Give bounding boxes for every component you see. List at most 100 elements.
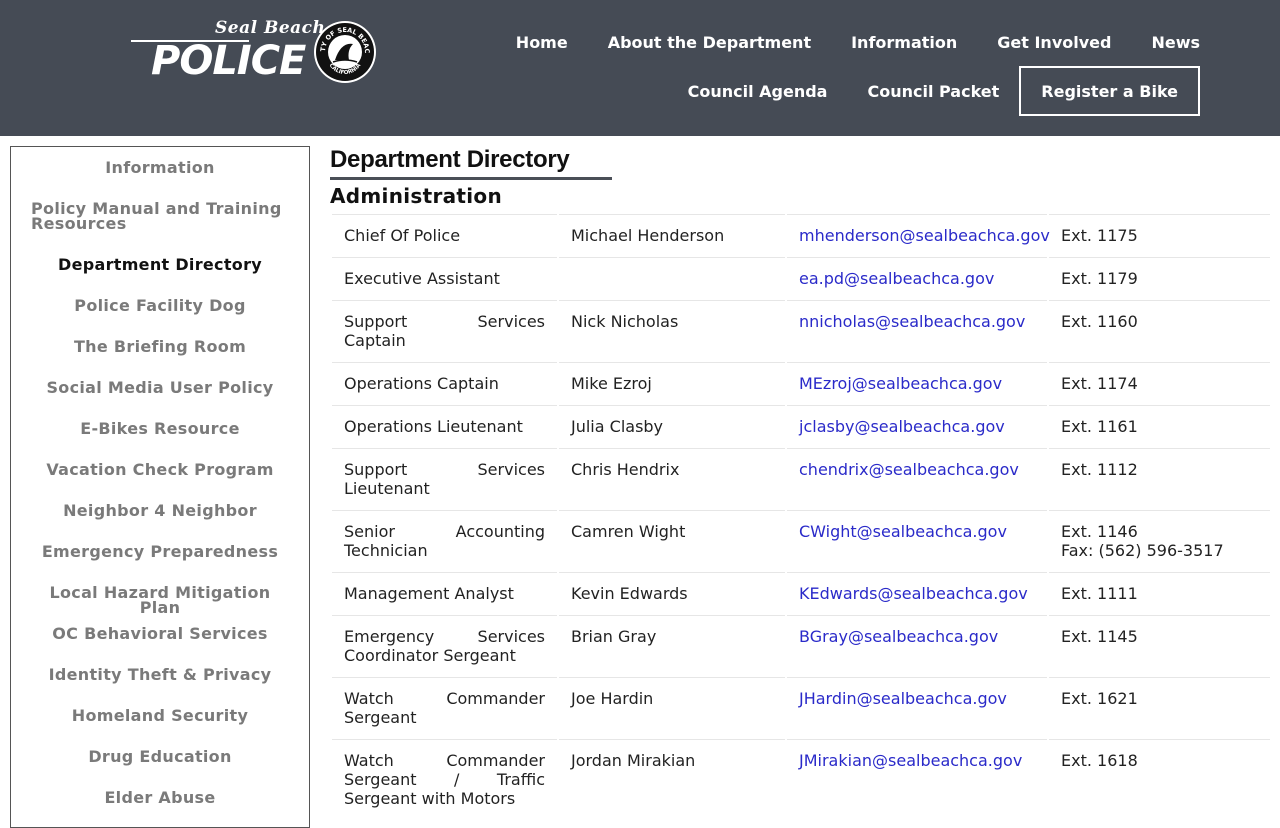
email-link[interactable]: JMirakian@sealbeachca.gov xyxy=(799,751,1022,770)
fax-number: Fax: (562) 596-3517 xyxy=(1061,541,1224,560)
email-link[interactable]: BGray@sealbeachca.gov xyxy=(799,627,998,646)
email-link[interactable]: nnicholas@sealbeachca.gov xyxy=(799,312,1025,331)
staff-name xyxy=(559,257,785,298)
extension-number: Ext. 1145 xyxy=(1061,627,1138,646)
directory-row: Operations Lieutenant Julia Clasby jclasby… xyxy=(332,405,1270,446)
sidebar-item-elder-abuse[interactable]: Elder Abuse xyxy=(27,790,293,806)
directory-row: Chief Of Police Michael Henderson mhenders… xyxy=(332,214,1270,255)
extension-number: Ext. 1618 xyxy=(1061,751,1138,770)
sidebar-item-social-media-user-policy[interactable]: Social Media User Policy xyxy=(27,380,293,396)
extension-cell: Ext. 1174 xyxy=(1049,362,1270,403)
section-title: Administration xyxy=(330,184,503,208)
extension-cell: Ext. 1618 xyxy=(1049,739,1270,818)
directory-row: Executive Assistant ea.pd@sealbeachca.gov… xyxy=(332,257,1270,298)
site-header: Seal Beach POLICE CITY OF SEAL BEACH CAL… xyxy=(0,0,1280,136)
email-link[interactable]: MEzroj@sealbeachca.gov xyxy=(799,374,1002,393)
sidebar-item-the-briefing-room[interactable]: The Briefing Room xyxy=(27,339,293,355)
extension-number: Ext. 1111 xyxy=(1061,584,1138,603)
extension-cell: Ext. 1146 Fax: (562) 596-3517 xyxy=(1049,510,1270,570)
email-link[interactable]: KEdwards@sealbeachca.gov xyxy=(799,584,1028,603)
city-seal-icon: CITY OF SEAL BEACH CALIFORNIA xyxy=(313,20,376,83)
nav-link-council-agenda[interactable]: Council Agenda xyxy=(688,82,828,101)
staff-name: Camren Wight xyxy=(559,510,785,570)
sidebar-item-drug-education[interactable]: Drug Education xyxy=(27,749,293,765)
email-cell: chendrix@sealbeachca.gov xyxy=(787,448,1047,508)
directory-row: Management Analyst Kevin Edwards KEdwards@… xyxy=(332,572,1270,613)
extension-number: Ext. 1146 xyxy=(1061,522,1138,541)
staff-name: Kevin Edwards xyxy=(559,572,785,613)
extension-cell: Ext. 1160 xyxy=(1049,300,1270,360)
extension-number: Ext. 1161 xyxy=(1061,417,1138,436)
email-cell: MEzroj@sealbeachca.gov xyxy=(787,362,1047,403)
directory-row: Watch Commander Sergeant Joe Hardin JHardi… xyxy=(332,677,1270,737)
sidebar-item-emergency-preparedness[interactable]: Emergency Preparedness xyxy=(27,544,293,560)
extension-cell: Ext. 1111 xyxy=(1049,572,1270,613)
position-title: Support Services Lieutenant xyxy=(332,448,557,508)
position-title: Operations Captain xyxy=(332,362,557,403)
directory-row: Support Services Lieutenant Chris Hendrix… xyxy=(332,448,1270,508)
page-title: Department Directory xyxy=(330,146,570,173)
extension-cell: Ext. 1621 xyxy=(1049,677,1270,737)
sidebar-item-neighbor-4-neighbor[interactable]: Neighbor 4 Neighbor xyxy=(27,503,293,519)
position-title: Watch Commander Sergeant xyxy=(332,677,557,737)
nav-link-about-the-department[interactable]: About the Department xyxy=(608,33,811,52)
position-title: Executive Assistant xyxy=(332,257,557,298)
nav-link-council-packet[interactable]: Council Packet xyxy=(867,82,999,101)
register-bike-button[interactable]: Register a Bike xyxy=(1019,66,1200,116)
main-nav-secondary: Council Agenda Council Packet Register a B… xyxy=(648,66,1200,116)
staff-name: Julia Clasby xyxy=(559,405,785,446)
sidebar-menu: Information Policy Manual and Training Re… xyxy=(10,146,310,828)
extension-cell: Ext. 1175 xyxy=(1049,214,1270,255)
sidebar-item-vacation-check-program[interactable]: Vacation Check Program xyxy=(27,462,293,478)
nav-link-home[interactable]: Home xyxy=(516,33,568,52)
sidebar-item-homeland-security[interactable]: Homeland Security xyxy=(27,708,293,724)
staff-name: Joe Hardin xyxy=(559,677,785,737)
directory-row: Emergency Services Coordinator Sergeant B… xyxy=(332,615,1270,675)
sidebar-item-local-hazard-mitigation-plan[interactable]: Local Hazard Mitigation Plan xyxy=(27,585,293,616)
email-cell: mhenderson@sealbeachca.gov xyxy=(787,214,1050,255)
position-title: Watch Commander Sergeant / Traffic Serge… xyxy=(332,739,557,818)
email-cell: BGray@sealbeachca.gov xyxy=(787,615,1047,675)
sidebar-item-policy-manual-and-training-resources[interactable]: Policy Manual and Training Resources xyxy=(31,201,297,232)
logo-main-text: POLICE xyxy=(151,38,306,84)
staff-name: Michael Henderson xyxy=(559,214,785,255)
directory-row: Operations Captain Mike Ezroj MEzroj@sealb… xyxy=(332,362,1270,403)
directory-row: Support Services Captain Nick Nicholas nni… xyxy=(332,300,1270,360)
email-link[interactable]: ea.pd@sealbeachca.gov xyxy=(799,269,994,288)
position-title: Operations Lieutenant xyxy=(332,405,557,446)
sidebar-item-oc-behavioral-services[interactable]: OC Behavioral Services xyxy=(27,626,293,642)
staff-name: Chris Hendrix xyxy=(559,448,785,508)
directory-row: Senior Accounting Technician Camren Wight… xyxy=(332,510,1270,570)
extension-number: Ext. 1175 xyxy=(1061,226,1138,245)
sidebar-item-e-bikes-resource[interactable]: E-Bikes Resource xyxy=(27,421,293,437)
email-cell: nnicholas@sealbeachca.gov xyxy=(787,300,1047,360)
email-link[interactable]: chendrix@sealbeachca.gov xyxy=(799,460,1019,479)
email-link[interactable]: CWight@sealbeachca.gov xyxy=(799,522,1007,541)
email-link[interactable]: jclasby@sealbeachca.gov xyxy=(799,417,1005,436)
sidebar-item-identity-theft-privacy[interactable]: Identity Theft & Privacy xyxy=(27,667,293,683)
sidebar-item-information[interactable]: Information xyxy=(27,160,293,176)
staff-name: Jordan Mirakian xyxy=(559,739,785,818)
staff-name: Brian Gray xyxy=(559,615,785,675)
email-cell: CWight@sealbeachca.gov xyxy=(787,510,1047,570)
sidebar-item-police-facility-dog[interactable]: Police Facility Dog xyxy=(27,298,293,314)
extension-cell: Ext. 1112 xyxy=(1049,448,1270,508)
title-underline xyxy=(330,177,612,180)
nav-link-information[interactable]: Information xyxy=(851,33,957,52)
email-link[interactable]: mhenderson@sealbeachca.gov xyxy=(799,226,1050,245)
position-title: Support Services Captain xyxy=(332,300,557,360)
nav-link-get-involved[interactable]: Get Involved xyxy=(997,33,1111,52)
email-cell: KEdwards@sealbeachca.gov xyxy=(787,572,1047,613)
directory-table: Chief Of Police Michael Henderson mhenders… xyxy=(330,212,1272,820)
extension-number: Ext. 1174 xyxy=(1061,374,1138,393)
staff-name: Nick Nicholas xyxy=(559,300,785,360)
email-cell: JMirakian@sealbeachca.gov xyxy=(787,739,1047,818)
police-logo[interactable]: Seal Beach POLICE CITY OF SEAL BEACH CAL… xyxy=(131,18,381,86)
extension-cell: Ext. 1179 xyxy=(1049,257,1270,298)
email-link[interactable]: JHardin@sealbeachca.gov xyxy=(799,689,1007,708)
position-title: Management Analyst xyxy=(332,572,557,613)
main-nav-primary: Home About the Department Information Get I… xyxy=(476,22,1200,62)
directory-row: Watch Commander Sergeant / Traffic Serge… xyxy=(332,739,1270,818)
sidebar-item-department-directory[interactable]: Department Directory xyxy=(27,257,293,273)
nav-link-news[interactable]: News xyxy=(1151,33,1200,52)
